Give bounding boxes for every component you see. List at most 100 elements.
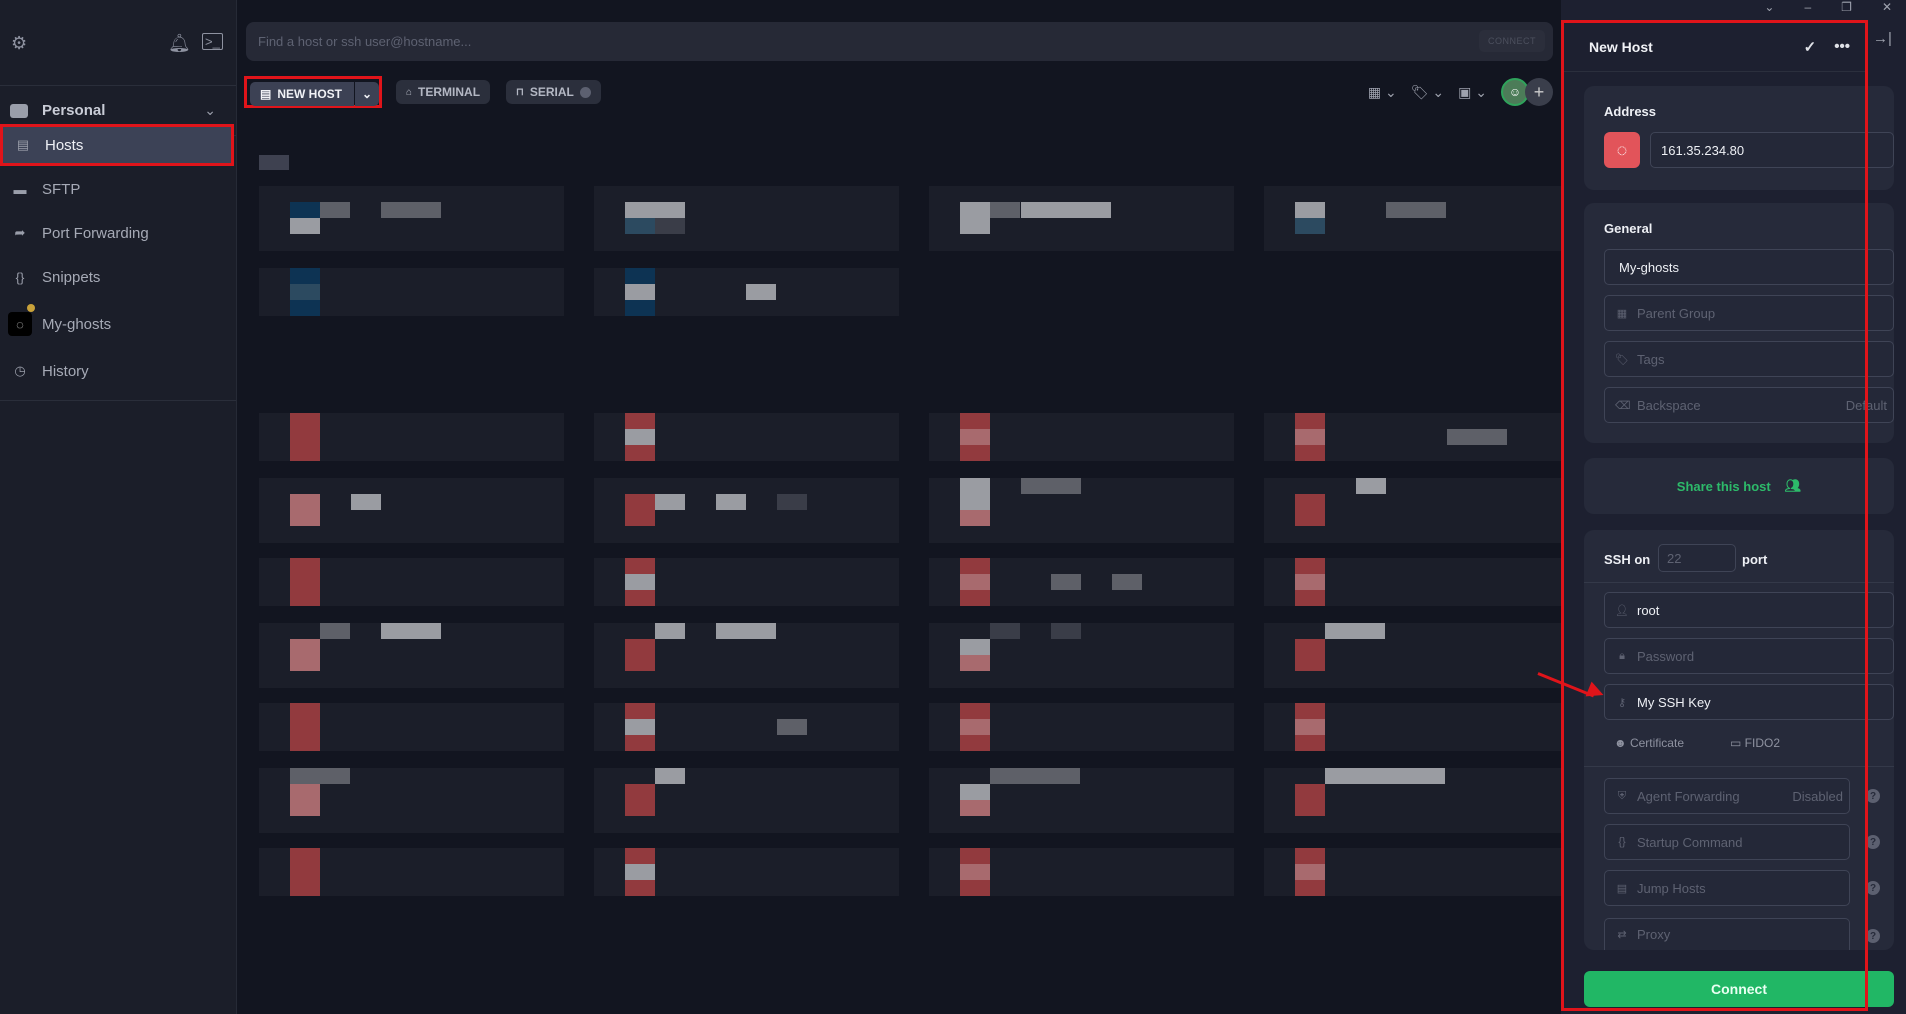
panel-header: New Host ✓ ••• xyxy=(1561,22,1868,72)
address-section: Address ◌ 161.35.234.80 xyxy=(1584,86,1894,190)
host-card[interactable] xyxy=(259,703,564,751)
host-card[interactable] xyxy=(259,478,564,543)
host-card[interactable] xyxy=(259,186,564,251)
sidebar-item-hosts[interactable]: ▤ Hosts xyxy=(0,124,234,166)
host-card[interactable] xyxy=(1264,413,1569,461)
port-input[interactable]: 22 xyxy=(1658,544,1736,572)
host-card[interactable] xyxy=(929,623,1234,688)
host-text-redacted xyxy=(381,623,441,639)
new-host-label: NEW HOST xyxy=(277,87,343,101)
host-card[interactable] xyxy=(594,186,899,251)
more-icon[interactable]: ••• xyxy=(1834,38,1850,56)
info-icon[interactable]: ? xyxy=(1866,881,1880,895)
host-text-redacted xyxy=(320,202,350,218)
host-card[interactable] xyxy=(259,848,564,896)
quick-connect-button[interactable]: CONNECT xyxy=(1479,30,1545,52)
address-input[interactable]: 161.35.234.80 xyxy=(1650,132,1894,168)
agent-forwarding-label: Agent Forwarding xyxy=(1637,788,1740,804)
group-icon: ▦ xyxy=(1616,307,1628,320)
host-card[interactable] xyxy=(929,478,1234,543)
host-card[interactable] xyxy=(1264,186,1569,251)
host-card[interactable] xyxy=(929,558,1234,606)
sidebar-item-port-forwarding[interactable]: ➦ Port Forwarding xyxy=(0,212,236,254)
host-icon-redacted xyxy=(625,202,655,218)
new-host-dropdown[interactable]: ⌄ xyxy=(355,82,379,106)
password-input[interactable]: 🔒︎ Password xyxy=(1604,638,1894,674)
add-member-button[interactable]: + xyxy=(1525,78,1553,106)
chevron-down-icon[interactable]: ⌄ xyxy=(1764,0,1774,20)
host-card[interactable] xyxy=(1264,703,1569,751)
host-icon-redacted xyxy=(625,413,655,429)
host-icon-redacted xyxy=(625,719,655,735)
terminal-button[interactable]: ⌂ TERMINAL xyxy=(396,80,491,104)
gear-icon[interactable]: ⚙ xyxy=(11,33,27,54)
proxy-input[interactable]: ⇄ Proxy xyxy=(1604,918,1850,950)
address-value: 161.35.234.80 xyxy=(1661,142,1745,158)
ssh-key-input[interactable]: ⚷ My SSH Key xyxy=(1604,684,1894,720)
host-card[interactable] xyxy=(929,186,1234,251)
fido2-button[interactable]: ▭ FIDO2 xyxy=(1730,736,1780,750)
search-input[interactable]: Find a host or ssh user@hostname... CONN… xyxy=(246,22,1553,61)
host-text-redacted xyxy=(655,218,685,234)
host-card[interactable] xyxy=(259,768,564,833)
sidebar-item-my-ghosts[interactable]: ◌ My-ghosts xyxy=(0,300,236,348)
host-card[interactable] xyxy=(594,703,899,751)
connect-button[interactable]: Connect xyxy=(1584,971,1894,1007)
os-icon[interactable]: ◌ xyxy=(1604,132,1640,168)
info-icon[interactable]: ? xyxy=(1866,929,1880,943)
host-card[interactable] xyxy=(259,558,564,606)
sort-icon[interactable]: ▣ ⌄ xyxy=(1458,84,1487,101)
host-card[interactable] xyxy=(1264,768,1569,833)
startup-command-input[interactable]: {} Startup Command xyxy=(1604,824,1850,860)
tag-filter-icon[interactable]: 🏷︎ ⌄ xyxy=(1411,84,1444,101)
host-icon-redacted xyxy=(960,703,990,719)
host-card[interactable] xyxy=(1264,623,1569,688)
bell-icon[interactable]: 🔔︎ xyxy=(168,33,191,54)
host-card[interactable] xyxy=(259,413,564,461)
info-icon[interactable]: ? xyxy=(1866,835,1880,849)
username-input[interactable]: 👤︎ root xyxy=(1604,592,1894,628)
tags-input[interactable]: 🏷︎ Tags xyxy=(1604,341,1894,377)
minimize-icon[interactable]: – xyxy=(1804,0,1811,20)
host-card[interactable] xyxy=(1264,478,1569,543)
host-card[interactable] xyxy=(929,413,1234,461)
host-card[interactable] xyxy=(594,623,899,688)
sidebar-item-snippets[interactable]: {} Snippets xyxy=(0,256,236,298)
host-card[interactable] xyxy=(594,478,899,543)
forward-icon: ➦ xyxy=(14,225,26,240)
host-icon-redacted xyxy=(290,735,320,751)
info-icon[interactable]: ? xyxy=(1866,789,1880,803)
host-card[interactable] xyxy=(594,848,899,896)
ssh-prefix: SSH on xyxy=(1604,552,1651,567)
host-card[interactable] xyxy=(929,703,1234,751)
check-icon[interactable]: ✓ xyxy=(1804,38,1817,56)
close-icon[interactable]: ✕ xyxy=(1882,0,1892,20)
agent-forwarding-select[interactable]: ⛨ Agent Forwarding Disabled xyxy=(1604,778,1850,814)
parent-group-input[interactable]: ▦ Parent Group xyxy=(1604,295,1894,331)
collapse-panel-icon[interactable]: →| xyxy=(1873,30,1892,47)
host-card[interactable] xyxy=(1264,558,1569,606)
host-card[interactable] xyxy=(929,848,1234,896)
backspace-select[interactable]: ⌫ Backspace Default xyxy=(1604,387,1894,423)
host-card[interactable] xyxy=(594,268,899,316)
restore-icon[interactable]: ❐ xyxy=(1841,0,1852,20)
jump-hosts-input[interactable]: ▤ Jump Hosts xyxy=(1604,870,1850,906)
vault-label: Personal xyxy=(42,102,106,119)
host-card[interactable] xyxy=(259,268,564,316)
host-card[interactable] xyxy=(929,768,1234,833)
host-card[interactable] xyxy=(594,413,899,461)
host-card[interactable] xyxy=(594,768,899,833)
host-card[interactable] xyxy=(1264,848,1569,896)
serial-button[interactable]: ⊓ SERIAL xyxy=(506,80,601,104)
label-input[interactable]: My-ghosts xyxy=(1604,249,1894,285)
new-host-button[interactable]: ▤ NEW HOST xyxy=(250,82,354,106)
terminal-icon[interactable]: >_ xyxy=(202,33,223,50)
host-card[interactable] xyxy=(594,558,899,606)
certificate-button[interactable]: ☻ Certificate xyxy=(1614,736,1684,750)
share-host-button[interactable]: Share this host 👥︎ xyxy=(1584,458,1894,514)
host-icon-redacted xyxy=(625,284,655,300)
sidebar-item-history[interactable]: ◷ History xyxy=(0,350,236,392)
grid-view-icon[interactable]: ▦ ⌄ xyxy=(1368,84,1397,101)
host-card[interactable] xyxy=(259,623,564,688)
sidebar-item-sftp[interactable]: ▬ SFTP xyxy=(0,168,236,210)
